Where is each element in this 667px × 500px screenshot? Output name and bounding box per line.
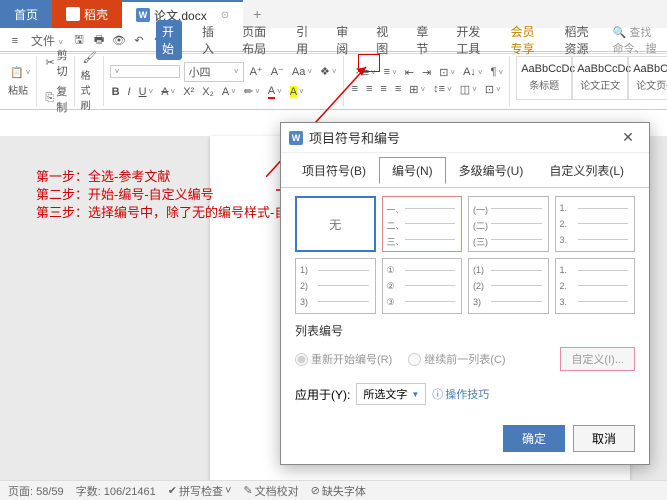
radio-continue[interactable]: 继续前一列表(C) [408, 351, 505, 367]
font-family-select[interactable]: ˅ [110, 65, 180, 78]
tips-link[interactable]: ⓘ 操作技巧 [432, 386, 489, 402]
tab-home[interactable]: 首页 [0, 0, 52, 28]
distribute-button[interactable]: ⊞˅ [407, 82, 427, 97]
bullets-numbering-dialog: W 项目符号和编号 ✕ 项目符号(B) 编号(N) 多级编号(U) 自定义列表(… [280, 122, 650, 465]
numbering-button[interactable]: ≡˅ [382, 65, 399, 79]
tab-document[interactable]: W 论文.docx ⊙ [122, 0, 243, 28]
clear-format-button[interactable]: ❖˅ [318, 64, 339, 79]
font-color-button[interactable]: A˅ [266, 84, 284, 100]
dialog-tabs: 项目符号(B) 编号(N) 多级编号(U) 自定义列表(L) [281, 153, 649, 188]
instructions-overlay: 第一步：全选-参考文献 第二步：开始-编号-自定义编号 第三步：选择编号中，除了… [36, 168, 313, 223]
style-arabic-dot2[interactable]: 1.2.3. [555, 258, 636, 314]
align-left-button[interactable]: ≡ [350, 82, 360, 96]
highlight-button[interactable]: ✏˅ [242, 84, 262, 99]
dialog-word-icon: W [289, 131, 303, 145]
search-input[interactable]: 🔍 查找命令、搜 [613, 24, 667, 56]
style-none[interactable]: 无 [295, 196, 376, 252]
shading-button[interactable]: ◫˅ [458, 82, 479, 97]
tab-daoke[interactable]: 稻壳 [52, 0, 122, 28]
brush-label: 格式刷 [81, 67, 99, 112]
list-number-label: 列表编号 [295, 322, 635, 339]
grow-font-button[interactable]: A⁺ [248, 64, 265, 79]
style-pagenum[interactable]: AaBbCcDd论文页码 [628, 56, 667, 100]
sort-button[interactable]: A↓˅ [461, 65, 485, 79]
underline-button[interactable]: U˅ [137, 85, 156, 99]
tab-daoke-label: 稻壳 [84, 6, 108, 23]
radio-restart[interactable]: 重新开始编号(R) [295, 351, 392, 367]
apply-select[interactable]: 所选文字 ▼ [356, 383, 426, 405]
status-missing-font[interactable]: ⊘ 缺失字体 [311, 483, 366, 499]
status-bar: 页面: 58/59 字数: 106/21461 ✔ 拼写检查 ˅ ✎ 文档校对 … [0, 480, 667, 500]
style-arabic-paren-full[interactable]: (1)(2)3) [468, 258, 549, 314]
status-spell[interactable]: ✔ 拼写检查 ˅ [168, 483, 232, 499]
style-arabic-dot[interactable]: 1.2.3. [555, 196, 636, 252]
app-menu-icon[interactable]: ≡ [6, 32, 24, 50]
show-marks-button[interactable]: ¶˅ [489, 65, 506, 79]
indent-dec-button[interactable]: ⇤ [403, 65, 416, 80]
style-arabic-paren-half[interactable]: 1)2)3) [295, 258, 376, 314]
customize-button[interactable]: 自定义(I)... [560, 347, 635, 371]
number-style-grid: 无 一、二、三、 (一)(二)(三) 1.2.3. 1)2)3) ①②③ (1)… [295, 196, 635, 314]
align-center-button[interactable]: ≡ [364, 82, 374, 96]
style-chinese-paren[interactable]: (一)(二)(三) [468, 196, 549, 252]
ok-button[interactable]: 确定 [503, 425, 565, 452]
asian-layout-button[interactable]: ⊡˅ [437, 65, 457, 80]
tab-number[interactable]: 编号(N) [379, 157, 446, 184]
word-icon: W [136, 8, 150, 22]
align-justify-button[interactable]: ≡ [393, 82, 403, 96]
line-spacing-button[interactable]: ↕≡˅ [431, 82, 454, 96]
strike-button[interactable]: A˅ [159, 85, 177, 99]
superscript-button[interactable]: X² [181, 85, 196, 99]
format-brush-button[interactable]: 🖌 [81, 50, 99, 65]
ribbon-toolbar: 📋˅ 粘贴 ✂ 剪切 ⎘ 复制 🖌 格式刷 ˅ 小四˅ A⁺ A⁻ Aa˅ ❖˅… [0, 52, 667, 110]
bold-button[interactable]: B [110, 85, 122, 99]
borders-button[interactable]: ⊡˅ [483, 82, 503, 97]
copy-button[interactable]: ⎘ 复制 [43, 82, 69, 116]
numbering-highlight [358, 54, 380, 72]
dialog-title: 项目符号和编号 [309, 128, 609, 147]
font-size-select[interactable]: 小四˅ [184, 62, 244, 82]
save-icon[interactable]: 🖫 [70, 32, 88, 50]
status-words[interactable]: 字数: 106/21461 [76, 483, 156, 499]
status-proof[interactable]: ✎ 文档校对 [243, 483, 298, 499]
style-heading[interactable]: AaBbCcDc条标题 [516, 56, 572, 100]
undo-icon[interactable]: ↶ [130, 32, 148, 50]
daoke-icon [66, 7, 80, 21]
align-right-button[interactable]: ≡ [378, 82, 388, 96]
cancel-button: 取消 [573, 425, 635, 452]
dialog-titlebar[interactable]: W 项目符号和编号 ✕ [281, 123, 649, 153]
shrink-font-button[interactable]: A⁻ [269, 64, 286, 79]
paste-label: 粘贴 [8, 82, 32, 97]
font-bg-button[interactable]: A˅ [288, 85, 306, 99]
italic-button[interactable]: I [126, 85, 133, 99]
cut-button[interactable]: ✂ 剪切 [43, 46, 69, 80]
tab-customlist[interactable]: 自定义列表(L) [536, 157, 637, 184]
style-circled[interactable]: ①②③ [382, 258, 463, 314]
close-button[interactable]: ✕ [615, 129, 641, 146]
tab-multilevel[interactable]: 多级编号(U) [446, 157, 537, 184]
paste-button[interactable]: 📋˅ [8, 65, 32, 80]
print-icon[interactable]: 🖶 [90, 32, 108, 50]
tab-bullet[interactable]: 项目符号(B) [289, 157, 379, 184]
style-chinese-dot[interactable]: 一、二、三、 [382, 196, 463, 252]
font-effect-button[interactable]: A˅ [220, 85, 238, 99]
preview-icon[interactable]: 👁 [110, 32, 128, 50]
apply-label: 应用于(Y): [295, 386, 350, 403]
indent-inc-button[interactable]: ⇥ [420, 65, 433, 80]
style-body[interactable]: AaBbCcDc论文正文 [572, 56, 628, 100]
subscript-button[interactable]: X₂ [200, 85, 216, 99]
change-case-button[interactable]: Aa˅ [290, 65, 314, 79]
status-page[interactable]: 页面: 58/59 [8, 483, 64, 499]
